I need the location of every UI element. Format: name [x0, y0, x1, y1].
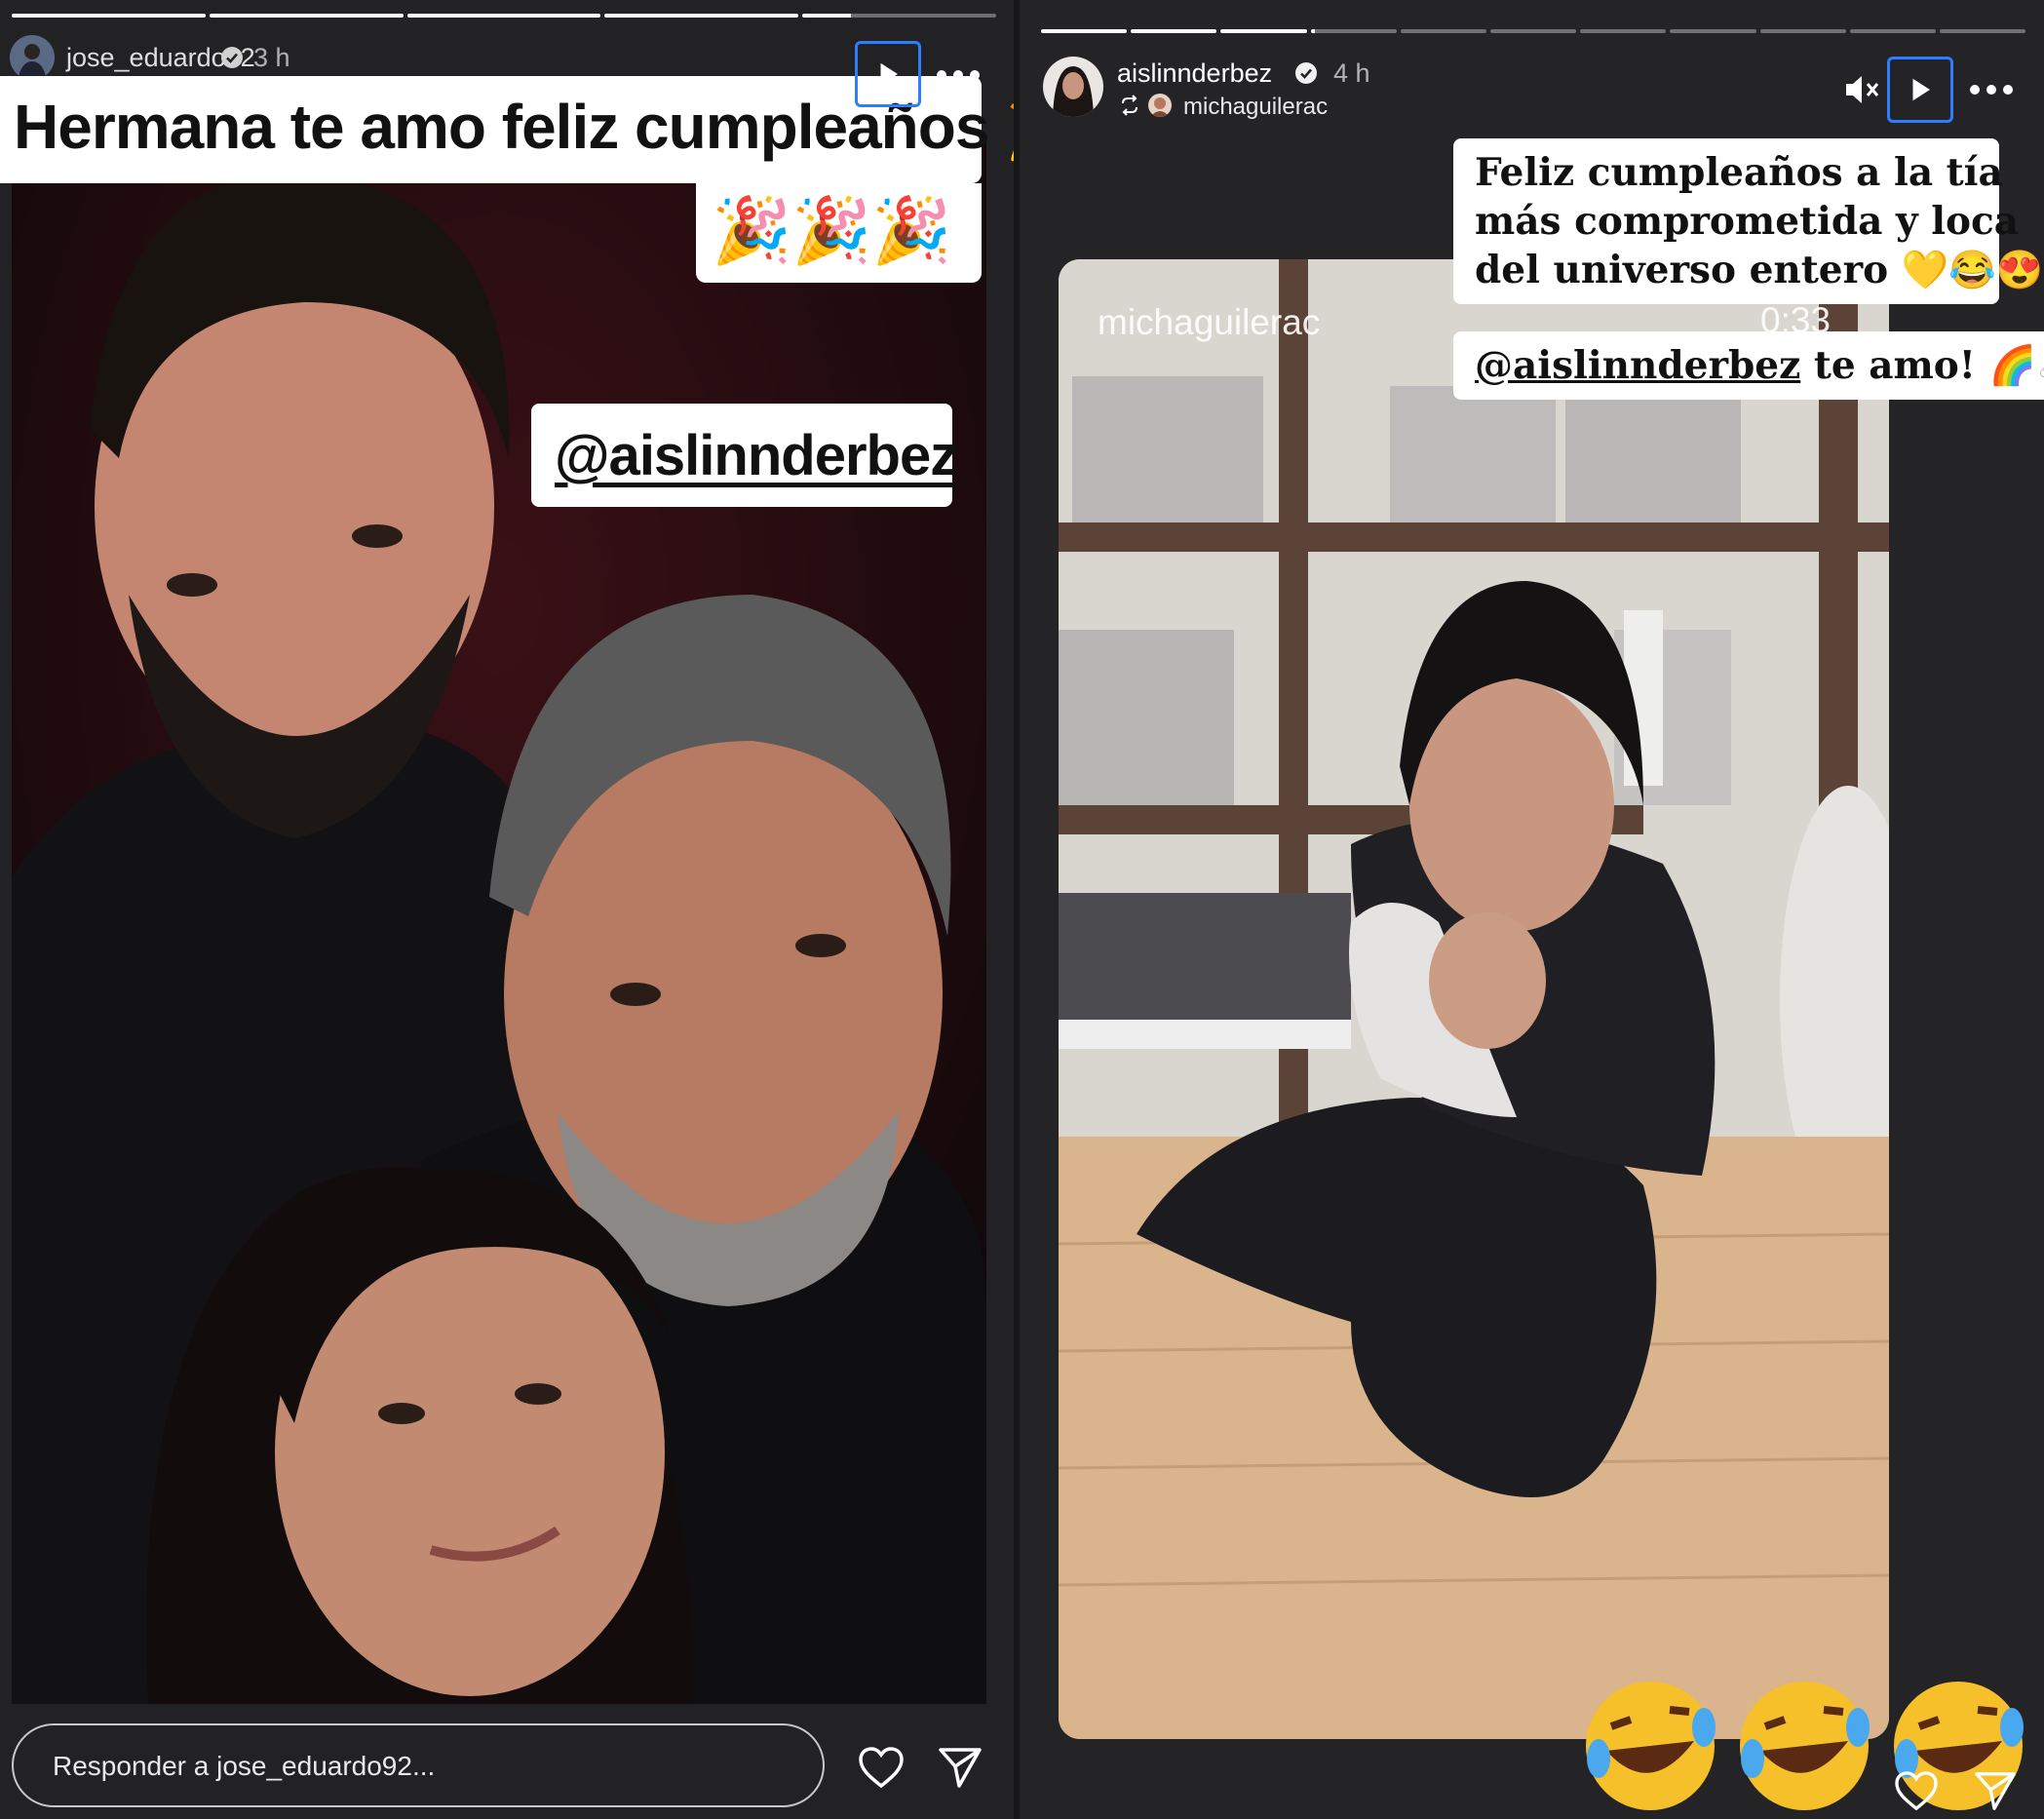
more-icon	[1970, 85, 2013, 95]
story-caption: Feliz cumpleaños a la tía más comprometi…	[1453, 138, 2044, 304]
emoji-stickers	[1577, 1673, 2031, 1819]
story-progress-segment	[604, 14, 799, 18]
play-icon	[880, 62, 898, 86]
progress-bars	[1041, 29, 2026, 33]
reply-input[interactable]: Responder a jose_eduardo92...	[12, 1723, 825, 1807]
story-progress-segment	[1220, 29, 1307, 33]
laughing-emoji-icon	[1586, 1682, 1716, 1810]
story-time: 3 h	[253, 43, 290, 72]
story-panel-right: aislinnderbez 4 h michaguilerac michagui…	[1020, 0, 2044, 1819]
play-button[interactable]	[855, 41, 921, 107]
story-progress-fill	[209, 14, 404, 18]
muted-icon	[1846, 76, 1879, 103]
story-progress-segment	[802, 14, 996, 18]
mention-sticker[interactable]: @aislinnderbez	[531, 404, 958, 507]
more-icon	[937, 70, 980, 80]
share-button[interactable]	[934, 1741, 986, 1794]
heart-icon	[859, 1747, 904, 1789]
story-progress-fill	[12, 14, 206, 18]
story-progress-segment	[1489, 29, 1577, 33]
avatar[interactable]	[1043, 57, 1103, 117]
play-icon	[1912, 78, 1930, 101]
mute-button[interactable]	[1834, 66, 1889, 113]
mention-suffix: te amo! 🌈🦄	[1813, 343, 2044, 388]
story-caption-emojis: 🎉🎉🎉	[696, 183, 982, 283]
story-username[interactable]: aislinnderbez	[1117, 58, 1272, 89]
story-progress-segment	[1849, 29, 1936, 33]
caption-line: Feliz cumpleaños a la tía	[1475, 150, 2003, 195]
caption-line: más comprometida y loca	[1475, 199, 2020, 244]
video-watermark: michaguilerac	[1098, 302, 1321, 342]
story-progress-fill	[406, 14, 601, 18]
story-video: michaguilerac 0:33	[1059, 259, 1889, 1739]
like-button[interactable]	[852, 1741, 910, 1794]
like-button[interactable]	[1887, 1766, 1946, 1815]
story-progress-segment	[1759, 29, 1846, 33]
avatar[interactable]	[10, 35, 55, 80]
reply-placeholder: Responder a jose_eduardo92...	[53, 1751, 436, 1781]
story-progress-segment	[209, 14, 404, 18]
reshared-username[interactable]: michaguilerac	[1183, 94, 1328, 121]
progress-bars	[12, 14, 996, 18]
mention-text: @aislinnderbez	[1475, 343, 1801, 388]
story-progress-fill	[1131, 29, 1217, 33]
heart-icon	[1895, 1771, 1938, 1811]
verified-badge-icon	[221, 47, 243, 68]
story-progress-segment	[406, 14, 601, 18]
story-progress-fill	[1220, 29, 1307, 33]
story-progress-fill	[1310, 29, 1315, 33]
share-button[interactable]	[1969, 1766, 2022, 1815]
story-progress-segment	[1131, 29, 1217, 33]
story-progress-segment	[1310, 29, 1397, 33]
mention-text: @aislinnderbez	[555, 424, 958, 487]
story-progress-segment	[1939, 29, 2026, 33]
story-panel-left: jose_eduardo92 3 h Hermana te amo feliz …	[0, 0, 1020, 1819]
story-progress-segment	[12, 14, 206, 18]
play-button[interactable]	[1887, 57, 1953, 123]
story-progress-segment	[1400, 29, 1486, 33]
story-progress-segment	[1670, 29, 1756, 33]
story-progress-segment	[1580, 29, 1667, 33]
story-photo	[12, 136, 986, 1704]
more-button[interactable]	[1967, 70, 2016, 109]
verified-badge-icon	[1295, 62, 1317, 84]
reshared-avatar	[1148, 94, 1172, 117]
caption-line: del universo entero 💛😂😍	[1475, 248, 2044, 292]
story-progress-fill	[1041, 29, 1128, 33]
send-icon	[1975, 1772, 2016, 1810]
reshare-icon	[1122, 95, 1138, 116]
mention-sticker[interactable]: @aislinnderbez te amo! 🌈🦄	[1453, 331, 2044, 400]
story-caption: Hermana te amo feliz cumpleaños 🎉	[0, 76, 1020, 183]
send-icon	[939, 1748, 982, 1788]
story-progress-fill	[604, 14, 799, 18]
laughing-emoji-icon	[1740, 1682, 1870, 1810]
more-button[interactable]	[934, 53, 983, 97]
caption-emojis: 🎉🎉🎉	[712, 194, 952, 266]
story-time: 4 h	[1333, 58, 1370, 88]
story-progress-fill	[802, 14, 851, 18]
story-progress-segment	[1041, 29, 1128, 33]
